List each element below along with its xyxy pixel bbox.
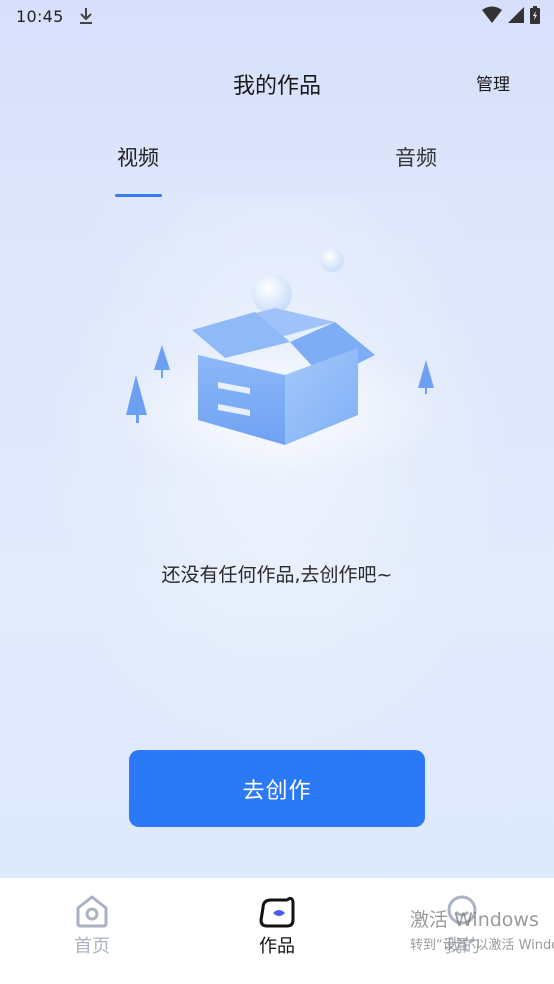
manage-button[interactable]: 管理: [476, 70, 510, 95]
home-icon: [76, 895, 108, 928]
nav-label-mine: 我的: [444, 936, 480, 957]
nav-item-home[interactable]: 首页: [42, 894, 142, 958]
works-icon: [259, 896, 295, 928]
tab-audio[interactable]: 音频: [370, 142, 462, 172]
nav-label-works: 作品: [259, 936, 295, 957]
screen: 10:45 我的作品 管理 视频 音频 还没有任何作品,去创作吧~ 去创作 首页…: [0, 0, 554, 984]
nav-item-mine[interactable]: 我的: [412, 894, 512, 958]
profile-icon: [447, 895, 477, 925]
status-icons: [482, 6, 540, 28]
signal-icon: [508, 6, 524, 28]
nav-item-works[interactable]: 作品: [227, 894, 327, 958]
wifi-icon: [482, 6, 502, 28]
status-time: 10:45: [16, 6, 64, 26]
page-title: 我的作品: [232, 74, 321, 99]
bottom-nav: 首页 作品 我的: [0, 878, 554, 984]
status-bar: 10:45: [0, 0, 554, 32]
empty-state-message: 还没有任何作品,去创作吧~: [161, 564, 393, 586]
empty-box-illustration: [90, 230, 460, 490]
header: 我的作品 管理: [0, 56, 554, 112]
tab-video[interactable]: 视频: [92, 142, 184, 172]
create-button[interactable]: 去创作: [129, 750, 425, 827]
download-icon: [78, 6, 94, 26]
nav-label-home: 首页: [74, 936, 110, 957]
battery-icon: [530, 6, 540, 28]
active-tab-indicator: [115, 194, 162, 197]
tab-bar: 视频 音频: [0, 130, 554, 200]
